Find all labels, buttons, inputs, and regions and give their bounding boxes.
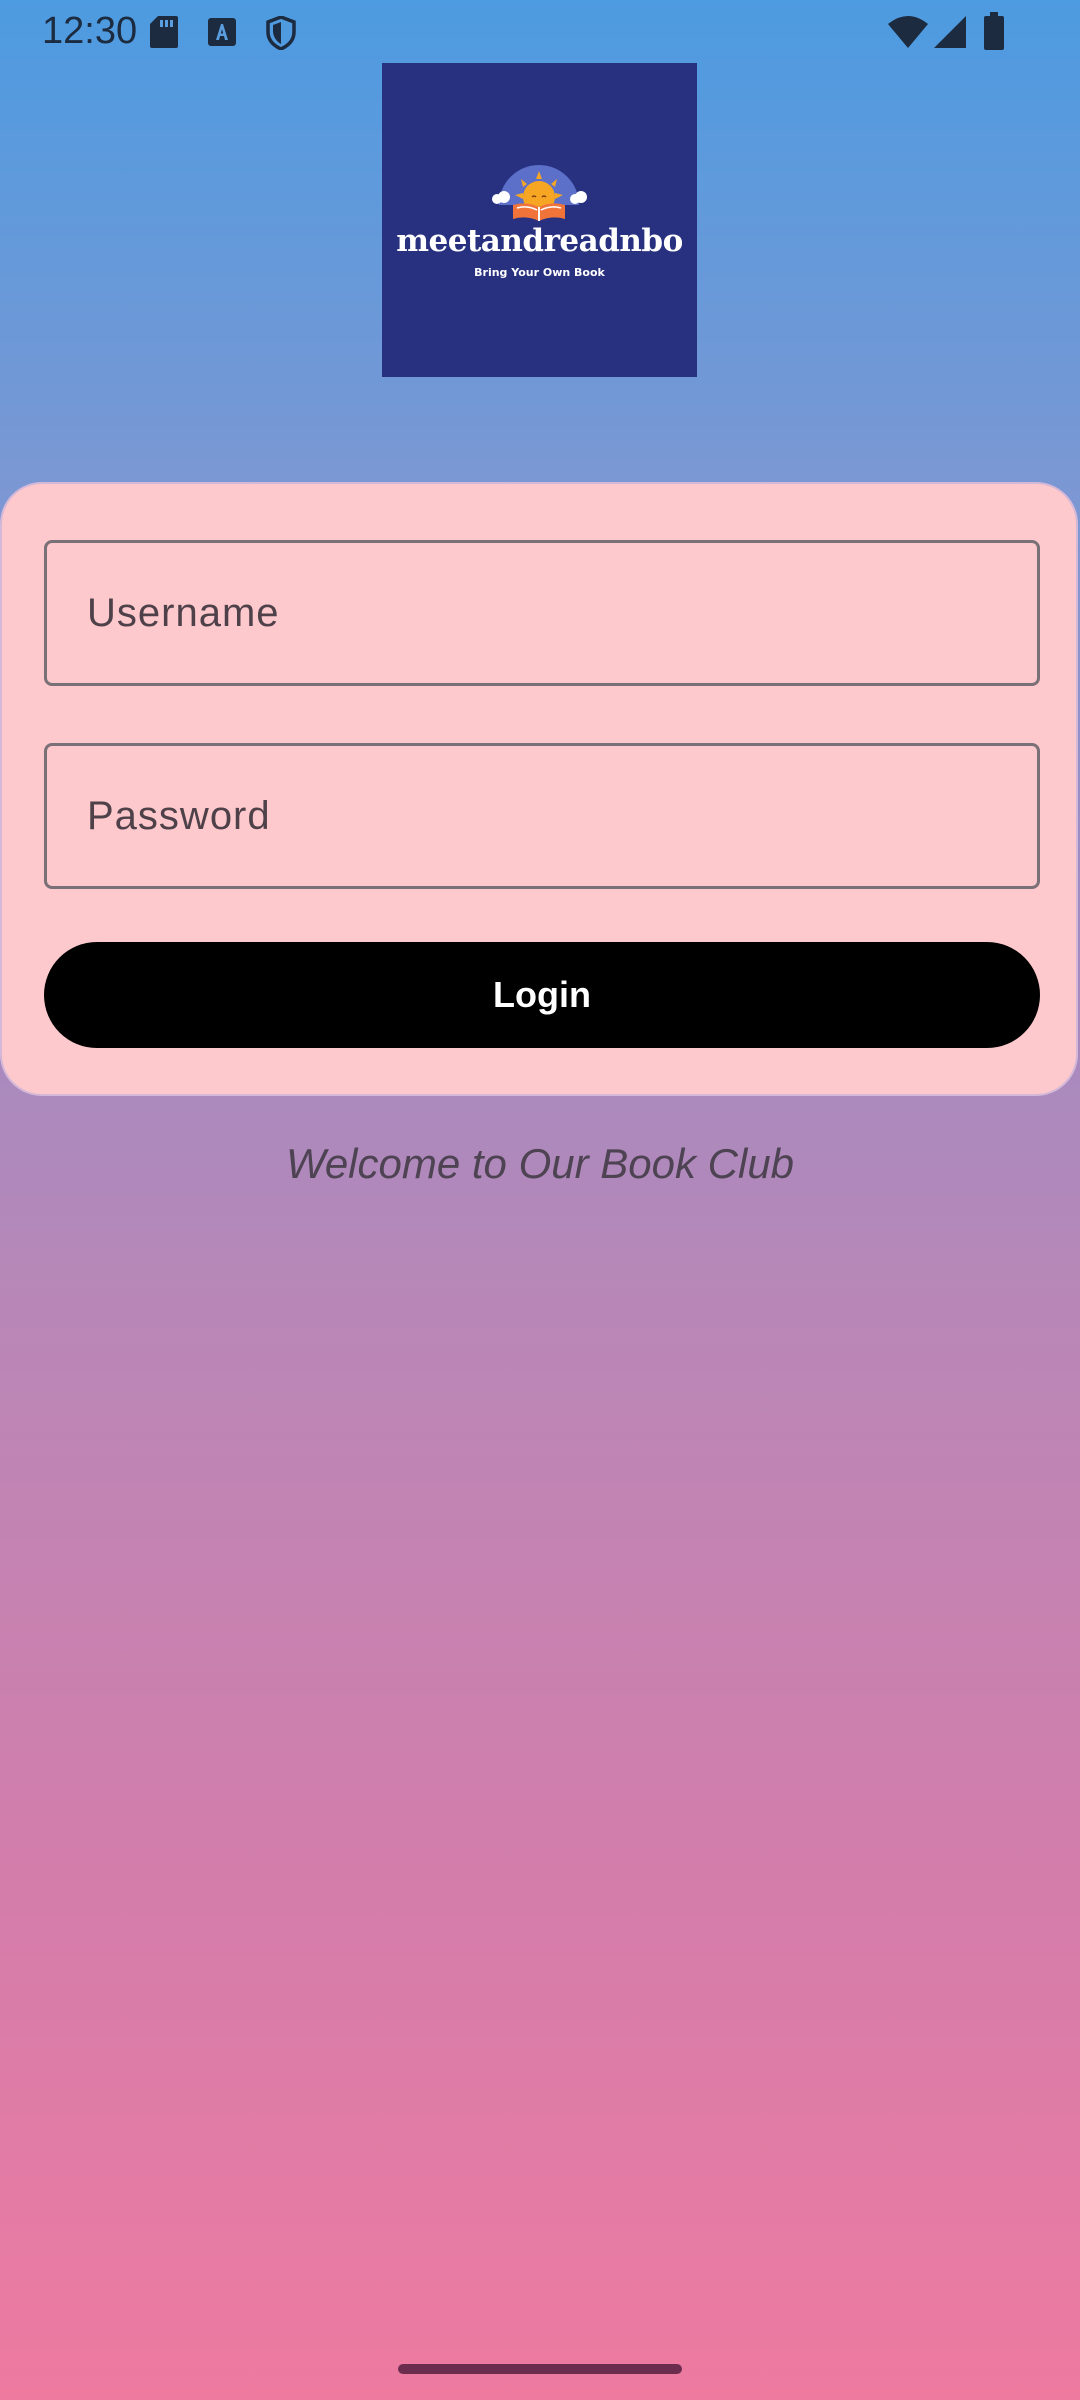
login-button[interactable]: Login bbox=[44, 942, 1040, 1048]
password-field[interactable] bbox=[44, 743, 1040, 889]
status-bar: 12:30 bbox=[0, 0, 1080, 64]
app-logo: meetandreadnbo Bring Your Own Book bbox=[382, 63, 697, 377]
shield-icon bbox=[266, 16, 296, 50]
sd-card-icon bbox=[150, 16, 178, 48]
username-input[interactable] bbox=[47, 543, 1037, 683]
welcome-text: Welcome to Our Book Club bbox=[285, 1140, 795, 1187]
text-a-icon bbox=[208, 18, 236, 46]
wifi-icon bbox=[888, 16, 928, 48]
logo-tagline: Bring Your Own Book bbox=[474, 266, 605, 279]
username-field[interactable] bbox=[44, 540, 1040, 686]
login-card: Login bbox=[0, 482, 1078, 1096]
sun-with-book-icon bbox=[477, 153, 602, 223]
battery-icon bbox=[984, 12, 1004, 50]
cellular-signal-icon bbox=[934, 16, 966, 48]
home-indicator[interactable] bbox=[398, 2364, 682, 2374]
status-time: 12:30 bbox=[42, 10, 138, 52]
logo-wordmark: meetandreadnbo bbox=[396, 223, 683, 259]
password-input[interactable] bbox=[47, 746, 1037, 886]
